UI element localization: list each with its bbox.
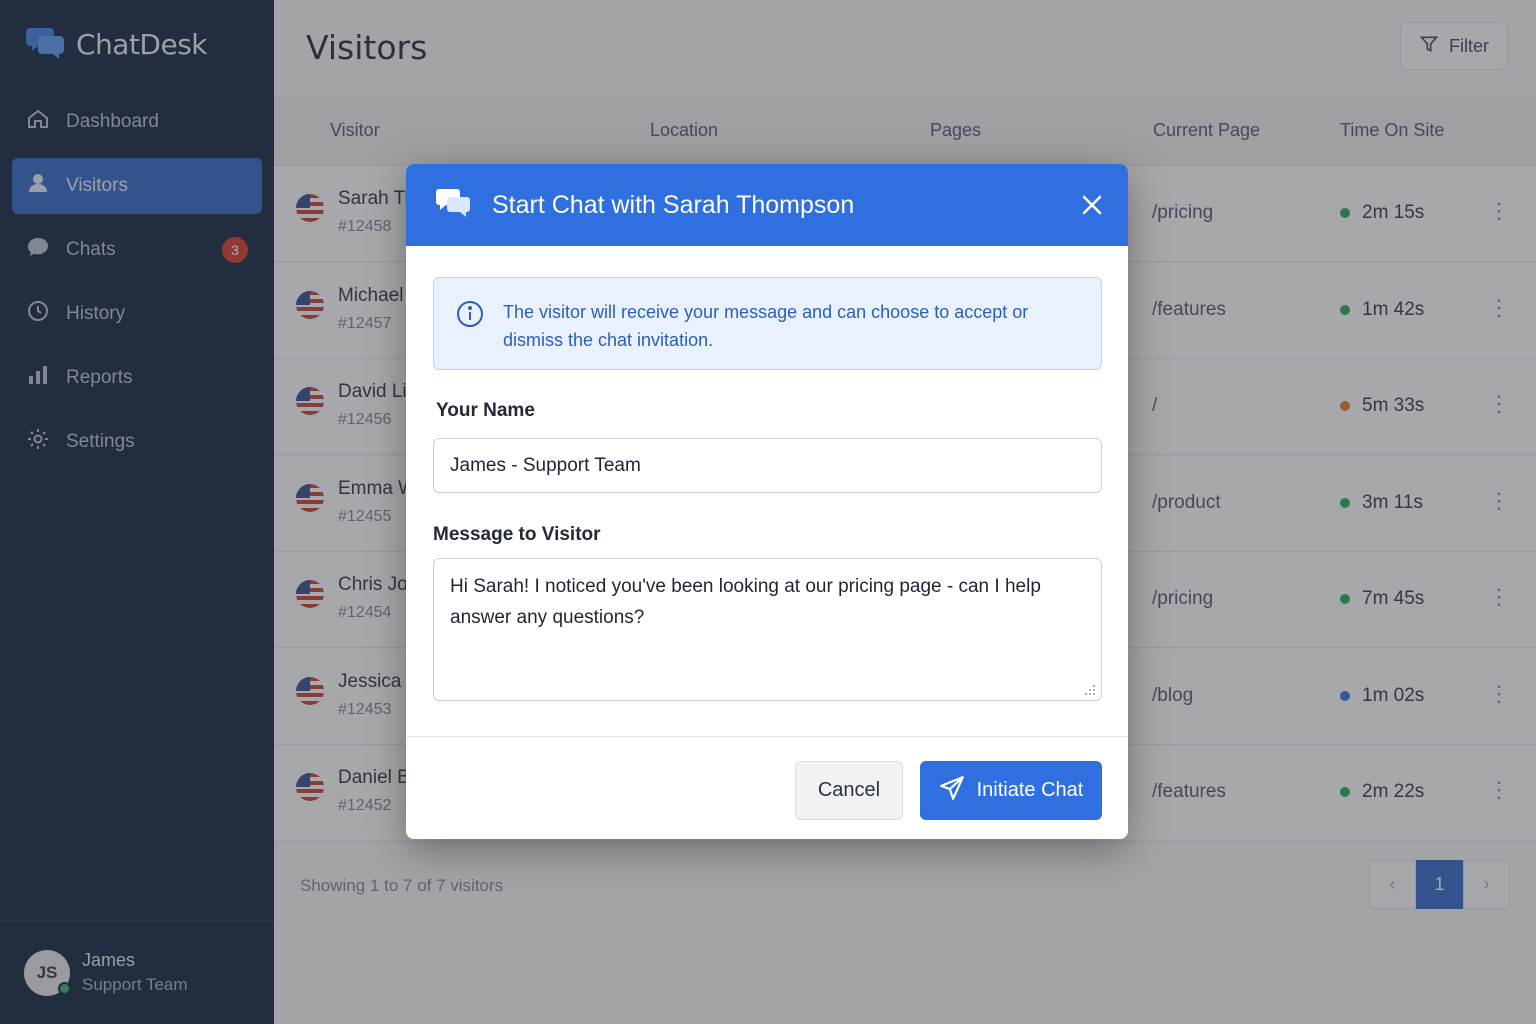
initiate-chat-label: Initiate Chat — [976, 779, 1084, 801]
your-name-input[interactable] — [433, 438, 1102, 493]
dialog-title: Start Chat with Sarah Thompson — [492, 190, 855, 219]
resize-handle-icon[interactable] — [1082, 682, 1096, 701]
message-label: Message to Visitor — [433, 524, 601, 545]
info-icon — [456, 300, 484, 333]
dialog-header: Start Chat with Sarah Thompson — [406, 164, 1128, 246]
your-name-label: Your Name — [436, 400, 535, 421]
message-textarea[interactable]: Hi Sarah! I noticed you've been looking … — [433, 558, 1102, 701]
cancel-button[interactable]: Cancel — [795, 761, 903, 820]
close-icon[interactable] — [1078, 191, 1106, 219]
start-chat-dialog: Start Chat with Sarah Thompson The visit… — [406, 164, 1128, 839]
info-alert: The visitor will receive your message an… — [433, 277, 1102, 370]
info-text: The visitor will receive your message an… — [503, 302, 1029, 350]
chat-bubbles-icon — [436, 187, 472, 224]
footer-divider — [406, 736, 1128, 737]
initiate-chat-button[interactable]: Initiate Chat — [920, 761, 1102, 820]
send-icon — [939, 775, 965, 807]
